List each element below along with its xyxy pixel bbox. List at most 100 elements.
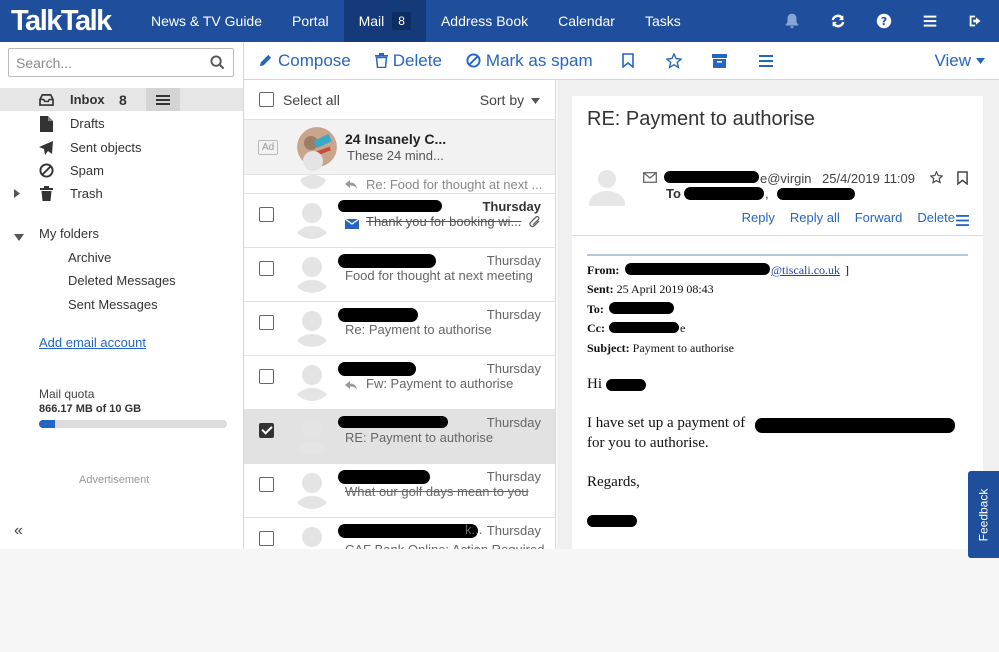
row-checkbox[interactable]: [259, 423, 274, 438]
search-box: [8, 48, 234, 77]
redacted-sender: [338, 308, 418, 322]
row-checkbox[interactable]: [259, 531, 274, 546]
redacted-sender: [338, 362, 416, 376]
mark-as-spam-label: Mark as spam: [485, 50, 593, 70]
compose-label: Compose: [278, 50, 351, 70]
message-bookmark-icon[interactable]: [957, 171, 968, 190]
quoted-sent-label: Sent:: [587, 282, 614, 296]
list-advertisement-label: Advertisement: [465, 547, 535, 549]
quoted-from-domain[interactable]: @tiscali.co.uk: [771, 263, 840, 278]
nav-tasks[interactable]: Tasks: [630, 0, 696, 42]
search-icon[interactable]: [210, 55, 225, 75]
folder-spam[interactable]: Spam: [0, 159, 243, 182]
folder-drafts[interactable]: Drafts: [0, 112, 243, 135]
folder-archive[interactable]: Archive: [68, 250, 111, 265]
quoted-cc-line: Cc:: [587, 321, 605, 336]
caret-right-icon[interactable]: [14, 186, 20, 201]
folder-sidebar: Inbox 8 Drafts Sent objects Spam: [0, 42, 244, 549]
message-row[interactable]: Thursday RE: Payment to authorise: [244, 410, 555, 464]
quoted-from-label: From:: [587, 263, 620, 277]
nav-portal[interactable]: Portal: [277, 0, 344, 42]
redacted-cc-address: [609, 322, 679, 333]
list-item-partial[interactable]: Re: Food for thought at next ...: [244, 151, 555, 194]
message-row[interactable]: Thursday What our golf days mean to you: [244, 464, 555, 518]
nav-mail-label: Mail: [358, 13, 385, 29]
feedback-tab[interactable]: Feedback: [968, 471, 999, 558]
row-checkbox[interactable]: [259, 261, 274, 276]
reading-pane: RE: Payment to authorise e@virgin To , 2…: [557, 80, 999, 549]
folder-sent-messages[interactable]: Sent Messages: [68, 297, 158, 312]
reply-button[interactable]: Reply: [742, 210, 775, 225]
spam-block-icon: [466, 53, 481, 68]
archive-icon[interactable]: [697, 42, 743, 80]
mark-as-spam-button[interactable]: Mark as spam: [454, 42, 605, 80]
delete-button[interactable]: Delete: [363, 42, 454, 80]
collapse-sidebar-icon[interactable]: «: [14, 522, 23, 540]
forward-button[interactable]: Forward: [855, 210, 903, 225]
nav-news-tv-guide[interactable]: News & TV Guide: [136, 0, 277, 42]
delete-label: Delete: [392, 50, 442, 70]
star-icon[interactable]: [651, 42, 697, 80]
quoted-to-line: To:: [587, 302, 604, 317]
more-actions-icon[interactable]: [743, 42, 789, 80]
message-row[interactable]: Thursday Re: Payment to authorise: [244, 302, 555, 356]
delete-message-button[interactable]: Delete: [917, 210, 955, 225]
refresh-icon[interactable]: [815, 0, 861, 42]
reply-all-button[interactable]: Reply all: [790, 210, 840, 225]
redacted-sender-name: [664, 171, 759, 183]
caret-down-icon[interactable]: [14, 228, 24, 246]
ad-sender: 24 Insanely C...: [345, 131, 447, 147]
folder-menu-icon[interactable]: [146, 88, 180, 111]
add-email-account-link[interactable]: Add email account: [39, 335, 146, 350]
select-all-checkbox[interactable]: [259, 92, 274, 107]
folder-trash[interactable]: Trash: [0, 182, 243, 205]
feedback-label: Feedback: [976, 488, 991, 541]
body-signoff: Regards,: [587, 474, 640, 490]
folder-deleted-messages[interactable]: Deleted Messages: [68, 273, 176, 288]
bell-icon[interactable]: [769, 0, 815, 42]
row-checkbox[interactable]: [259, 477, 274, 492]
message-list: Select all Sort by Ad 24 Insanely C... T…: [244, 80, 556, 549]
nav-mail[interactable]: Mail 8: [343, 0, 426, 42]
redacted-recipient-2: [777, 188, 855, 200]
row-checkbox[interactable]: [259, 369, 274, 384]
select-all-label[interactable]: Select all: [283, 92, 340, 108]
nav-calendar[interactable]: Calendar: [543, 0, 630, 42]
row-subject: Thank you for booking wi...: [366, 214, 522, 229]
message-more-icon[interactable]: [956, 213, 969, 231]
spam-icon: [38, 163, 54, 179]
message-row[interactable]: Thursday Thank you for booking wi...: [244, 194, 555, 248]
forward-arrow-icon: [345, 378, 358, 396]
row-checkbox[interactable]: [259, 315, 274, 330]
row-checkbox[interactable]: [259, 207, 274, 222]
redacted-recipient-name: [606, 379, 646, 391]
row-checkbox-wrap: [259, 531, 274, 549]
help-icon[interactable]: ?: [861, 0, 907, 42]
ad-list-item[interactable]: Ad 24 Insanely C... These 24 mind...: [244, 120, 555, 175]
folder-inbox[interactable]: Inbox 8: [0, 88, 243, 111]
mail-quota-fill: [39, 420, 55, 428]
redacted-sender: [338, 470, 430, 484]
message-row[interactable]: Thursday Food for thought at next meeting: [244, 248, 555, 302]
my-folders-heading[interactable]: My folders: [39, 226, 99, 241]
menu-icon[interactable]: [907, 0, 953, 42]
compose-button[interactable]: Compose: [244, 42, 363, 80]
message-row[interactable]: k...ThursdayCAF Bank Online: Action Requ…: [244, 518, 555, 549]
view-dropdown[interactable]: View: [934, 42, 985, 80]
talktalk-logo[interactable]: TalkTalk: [0, 0, 136, 42]
list-item-subject: Re: Food for thought at next ...: [366, 177, 543, 192]
redacted-sender: [338, 254, 436, 268]
folder-trash-label: Trash: [70, 186, 103, 201]
sort-by-dropdown[interactable]: Sort by: [480, 92, 540, 108]
message-row[interactable]: Thursday Fw: Payment to authorise: [244, 356, 555, 410]
row-date: Thursday: [486, 307, 541, 322]
message-star-icon[interactable]: [929, 170, 944, 189]
search-input[interactable]: [16, 54, 206, 71]
redacted-payment-amount: [755, 418, 955, 433]
folder-sent-objects[interactable]: Sent objects: [0, 136, 243, 159]
logout-icon[interactable]: [953, 0, 999, 42]
quoted-cc-label: Cc:: [587, 321, 605, 335]
bookmark-icon[interactable]: [605, 42, 651, 80]
avatar: [291, 251, 333, 293]
nav-address-book[interactable]: Address Book: [426, 0, 543, 42]
